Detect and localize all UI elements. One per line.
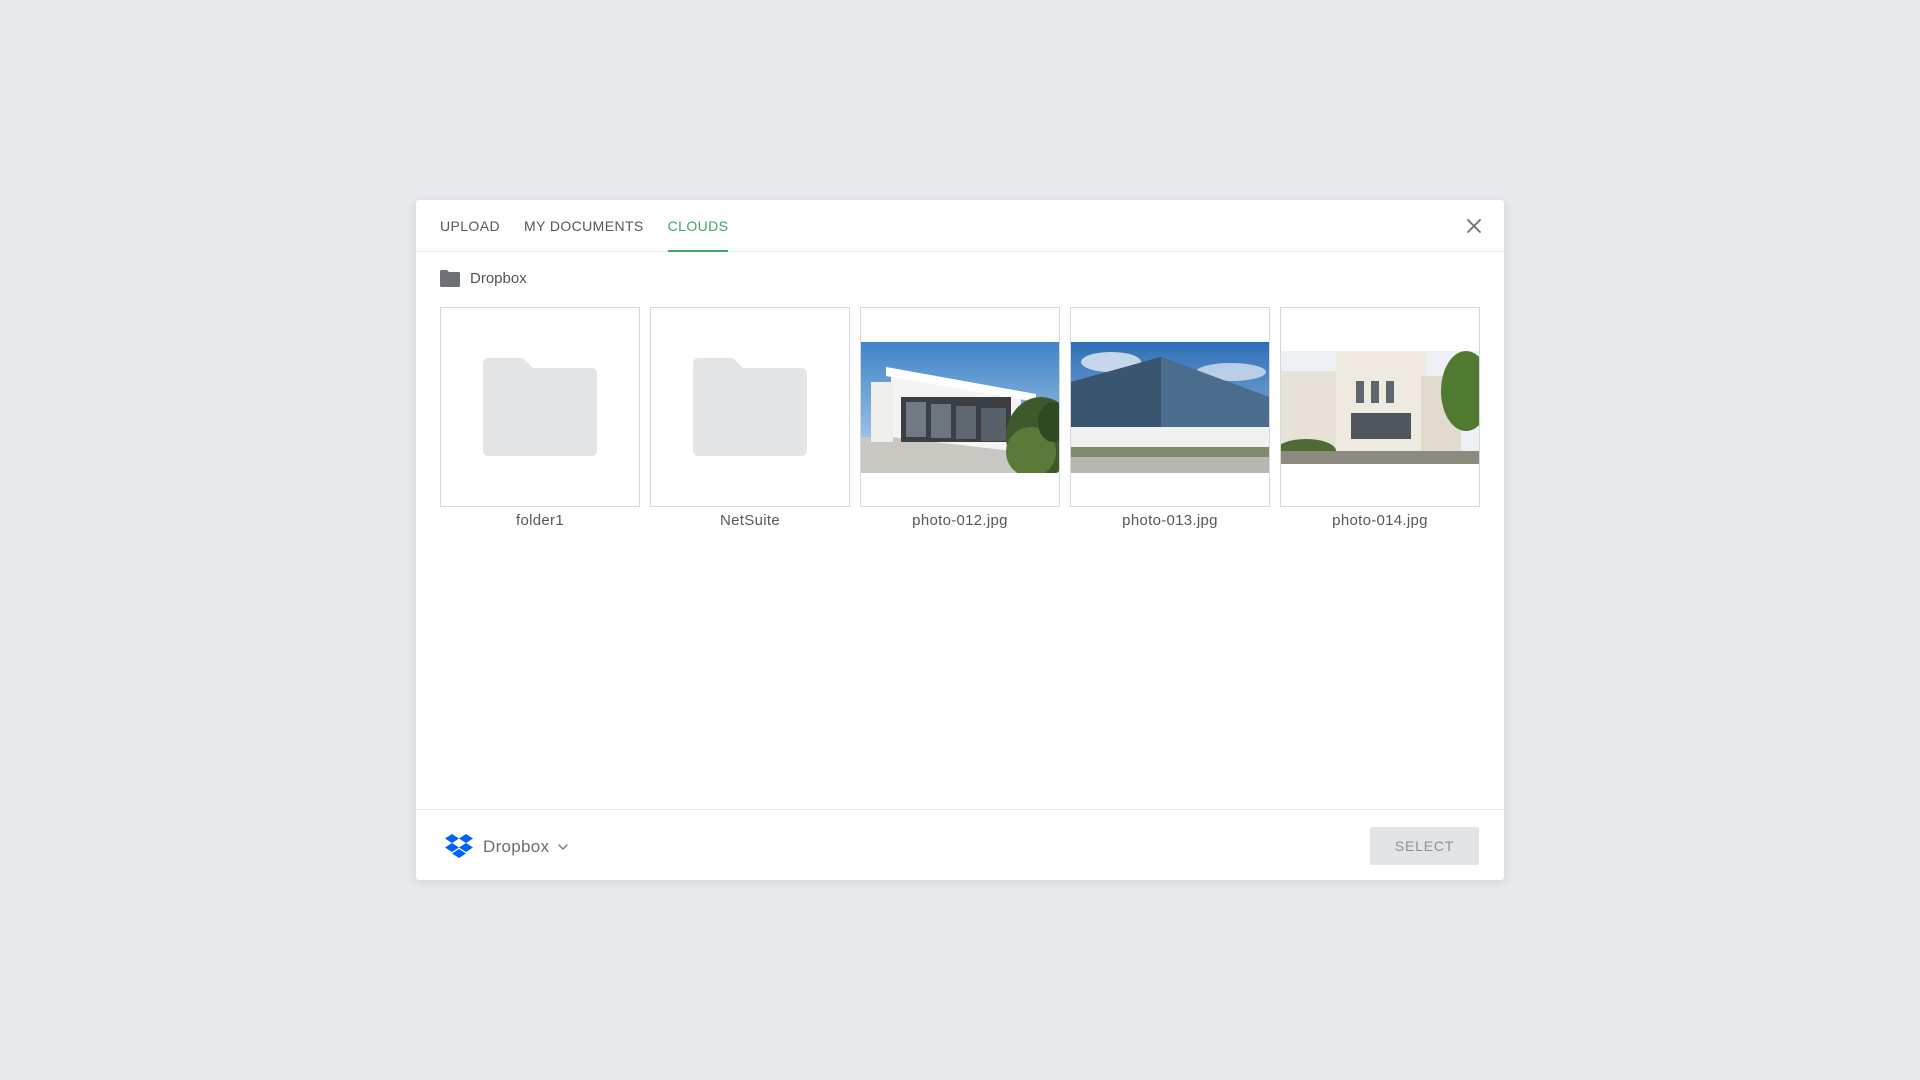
item-name: NetSuite [720, 512, 780, 529]
grid-item-netsuite[interactable]: NetSuite [650, 307, 850, 529]
item-thumbnail[interactable] [1280, 307, 1480, 507]
tab-my-documents[interactable]: MY DOCUMENTS [524, 200, 644, 251]
item-name: photo-014.jpg [1332, 512, 1428, 529]
breadcrumb: Dropbox [440, 270, 527, 287]
item-thumbnail[interactable] [1070, 307, 1270, 507]
grid-item-folder1[interactable]: folder1 [440, 307, 640, 529]
dropbox-icon [445, 834, 473, 858]
cloud-source-dropdown[interactable]: Dropbox [445, 834, 569, 859]
item-thumbnail[interactable] [860, 307, 1060, 507]
item-name: photo-012.jpg [912, 512, 1008, 529]
grid-item-photo-012[interactable]: photo-012.jpg [860, 307, 1060, 529]
photo-thumbnail [861, 341, 1059, 473]
chevron-down-icon [558, 843, 569, 850]
item-thumbnail[interactable] [440, 307, 640, 507]
item-name: photo-013.jpg [1122, 512, 1218, 529]
photo-thumbnail [1071, 341, 1269, 473]
item-name: folder1 [516, 512, 564, 529]
select-button[interactable]: SELECT [1370, 827, 1479, 865]
folder-icon [693, 358, 807, 456]
close-icon[interactable] [1464, 216, 1484, 236]
item-thumbnail[interactable] [650, 307, 850, 507]
tab-bar: UPLOAD MY DOCUMENTS CLOUDS [416, 200, 1504, 252]
file-grid: folder1 NetSuite photo-012.jpg photo-013… [440, 307, 1480, 529]
grid-item-photo-013[interactable]: photo-013.jpg [1070, 307, 1270, 529]
dialog-footer: Dropbox SELECT [416, 809, 1504, 880]
grid-item-photo-014[interactable]: photo-014.jpg [1280, 307, 1480, 529]
breadcrumb-label[interactable]: Dropbox [470, 270, 527, 287]
cloud-source-label: Dropbox [483, 836, 550, 856]
folder-icon [483, 358, 597, 456]
tab-clouds[interactable]: CLOUDS [667, 200, 729, 252]
cloud-picker-dialog: UPLOAD MY DOCUMENTS CLOUDS Dropbox folde… [416, 200, 1504, 880]
folder-icon [440, 270, 460, 287]
tab-upload[interactable]: UPLOAD [440, 200, 500, 251]
photo-thumbnail [1281, 350, 1479, 464]
